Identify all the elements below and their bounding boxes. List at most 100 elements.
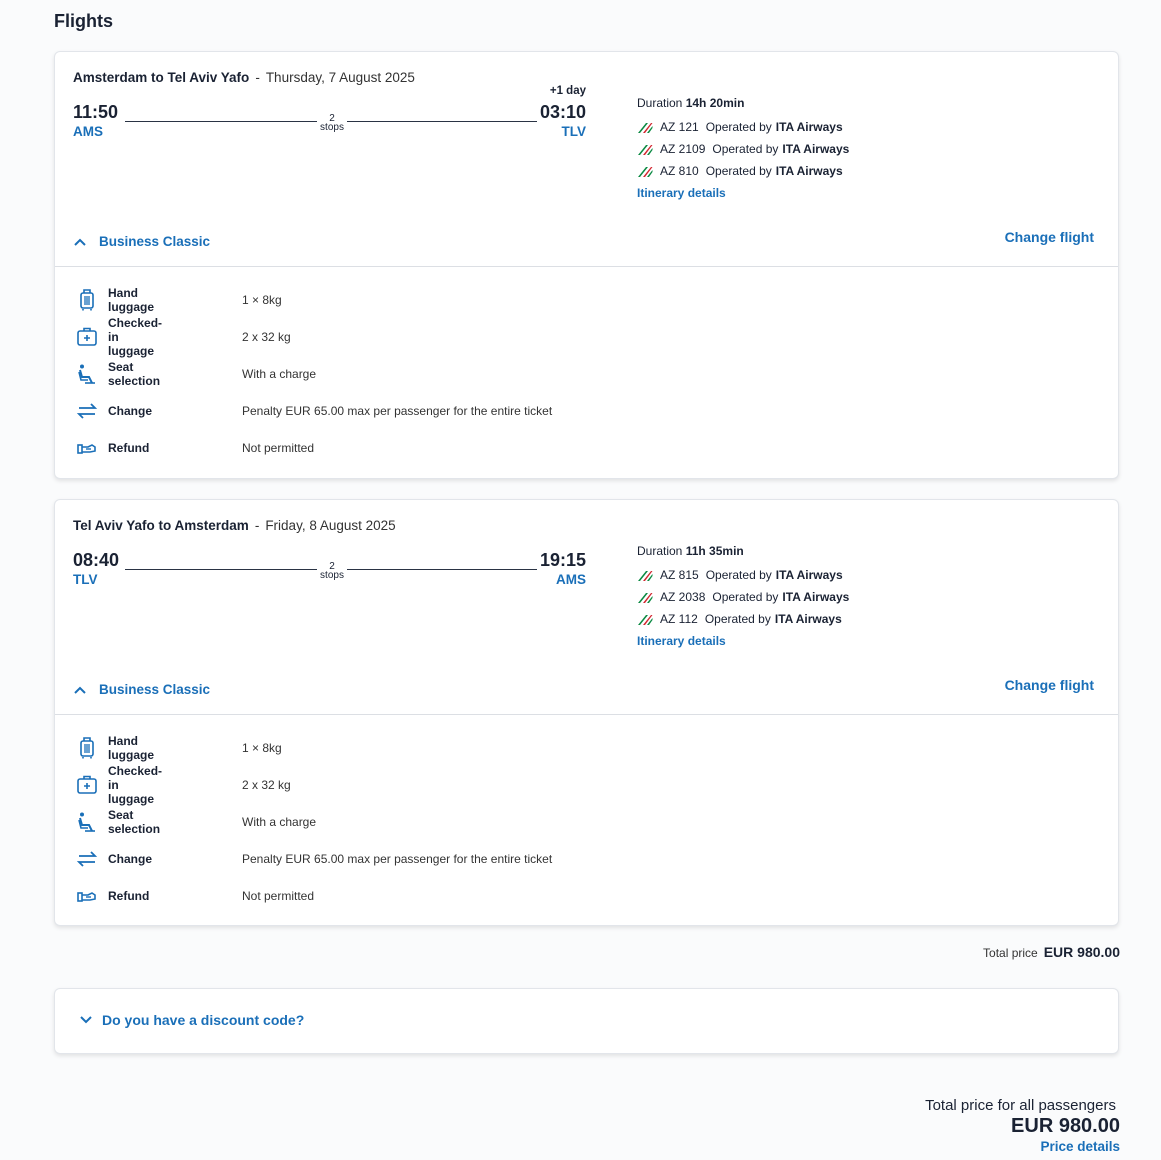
feature-name: Change xyxy=(108,851,153,866)
discount-card: Do you have a discount code? xyxy=(54,988,1119,1054)
feature-value: With a charge xyxy=(242,814,317,829)
duration-label: Duration xyxy=(637,544,683,558)
divider xyxy=(55,714,1118,715)
departure-time: 08:40 xyxy=(73,550,120,570)
flight-header: Tel Aviv Yafo to Amsterdam - Friday, 8 Aug… xyxy=(73,518,396,533)
feature-row-hand-luggage: Hand luggage 1 × 8kg xyxy=(75,281,282,318)
stops-label: stops xyxy=(320,570,344,581)
flight-header-separator: - xyxy=(255,70,260,85)
change-flight-link[interactable]: Change flight xyxy=(1005,229,1094,245)
operated-by-label: Operated by xyxy=(712,142,779,156)
hand-luggage-icon xyxy=(75,288,99,312)
flight-number: AZ 112 xyxy=(660,612,698,626)
arrival-airport-code: AMS xyxy=(556,572,586,587)
ita-airways-logo-icon xyxy=(638,123,653,133)
feature-row-refund: Refund Not permitted xyxy=(75,429,314,466)
arrival-time: 19:15 xyxy=(539,550,586,570)
feature-value: Penalty EUR 65.00 max per passenger for … xyxy=(242,851,553,866)
feature-name: Checked-in luggage xyxy=(108,763,163,806)
feature-name: Checked-in luggage xyxy=(108,315,163,358)
itinerary-details-link[interactable]: Itinerary details xyxy=(637,186,726,200)
feature-value: Penalty EUR 65.00 max per passenger for … xyxy=(242,403,553,418)
arrival-airport-code: TLV xyxy=(561,124,587,139)
carrier-name: ITA Airways xyxy=(782,142,850,156)
flight-number: AZ 815 xyxy=(660,568,699,582)
chevron-up-icon xyxy=(74,238,86,246)
seat-icon xyxy=(75,810,99,834)
discount-code-label: Do you have a discount code? xyxy=(102,1012,305,1028)
feature-value: 1 × 8kg xyxy=(242,740,282,755)
duration-value: 14h 20min xyxy=(685,96,745,110)
cabin-name: Business Classic xyxy=(99,682,211,697)
change-icon xyxy=(75,399,99,423)
cabin-toggle[interactable]: Business Classic xyxy=(73,682,210,697)
carrier-name: ITA Airways xyxy=(775,568,843,582)
flight-route: Tel Aviv Yafo to Amsterdam xyxy=(73,518,249,533)
flight-header-separator: - xyxy=(254,518,260,533)
cabin-toggle[interactable]: Business Classic xyxy=(73,234,210,249)
divider xyxy=(55,266,1118,267)
flight-card-return: Tel Aviv Yafo to Amsterdam - Friday, 8 Aug… xyxy=(54,499,1119,926)
feature-row-refund: Refund Not permitted xyxy=(75,877,314,914)
departure-time: 11:50 xyxy=(73,102,119,122)
flight-details: Duration 11h 35min AZ 815 Operated by IT… xyxy=(637,544,849,650)
flight-route: Amsterdam to Tel Aviv Yafo xyxy=(73,70,250,85)
feature-value: 1 × 8kg xyxy=(242,292,282,307)
page-title: Flights xyxy=(54,11,113,31)
plus-day-indicator: +1 day xyxy=(549,85,586,97)
feature-name: Hand luggage xyxy=(108,733,155,762)
flight-segment: AZ 810 Operated by ITA Airways xyxy=(637,160,849,182)
feature-name: Hand luggage xyxy=(108,285,155,314)
flight-segment: AZ 112 Operated by ITA Airways xyxy=(637,608,849,630)
flight-number: AZ 2038 xyxy=(660,590,706,604)
feature-row-seat-selection: Seat selection With a charge xyxy=(75,355,316,392)
discount-code-toggle[interactable]: Do you have a discount code? xyxy=(79,1012,304,1028)
feature-name: Refund xyxy=(108,888,150,903)
itinerary-details-link[interactable]: Itinerary details xyxy=(637,634,726,648)
chevron-up-icon xyxy=(74,686,86,694)
feature-row-seat-selection: Seat selection With a charge xyxy=(75,803,316,840)
feature-row-hand-luggage: Hand luggage 1 × 8kg xyxy=(75,729,282,766)
duration: Duration 14h 20min xyxy=(637,96,849,110)
carrier-name: ITA Airways xyxy=(775,164,843,178)
flight-segment: AZ 121 Operated by ITA Airways xyxy=(637,116,849,138)
flight-segment: AZ 815 Operated by ITA Airways xyxy=(637,564,849,586)
flight-segment: AZ 2109 Operated by ITA Airways xyxy=(637,138,849,160)
summary-label: Total price for all passengers xyxy=(925,1097,1116,1114)
operated-by-label: Operated by xyxy=(705,164,772,178)
feature-name: Seat selection xyxy=(108,359,161,388)
feature-value: Not permitted xyxy=(242,888,315,903)
total-price-value: EUR 980.00 xyxy=(1043,944,1120,960)
refund-icon xyxy=(75,436,99,460)
total-price: Total price EUR 980.00 xyxy=(983,944,1120,960)
departure-airport-code: TLV xyxy=(73,572,98,587)
refund-icon xyxy=(75,884,99,908)
flight-number: AZ 2109 xyxy=(660,142,706,156)
carrier-name: ITA Airways xyxy=(775,120,843,134)
operated-by-label: Operated by xyxy=(704,612,771,626)
flight-number: AZ 121 xyxy=(660,120,699,134)
change-icon xyxy=(75,847,99,871)
flight-card-outbound: Amsterdam to Tel Aviv Yafo - Thursday, 7 A… xyxy=(54,51,1119,479)
total-price-label: Total price xyxy=(983,946,1038,960)
ita-airways-logo-icon xyxy=(638,571,653,581)
price-details-link[interactable]: Price details xyxy=(1040,1139,1120,1154)
feature-name: Seat selection xyxy=(108,807,161,836)
departure-airport-code: AMS xyxy=(73,124,103,139)
flight-date: Friday, 8 August 2025 xyxy=(265,518,396,533)
ita-airways-logo-icon xyxy=(638,593,653,603)
duration-value: 11h 35min xyxy=(685,544,744,558)
checked-luggage-icon xyxy=(75,773,99,797)
change-flight-link[interactable]: Change flight xyxy=(1005,677,1094,693)
operated-by-label: Operated by xyxy=(712,590,779,604)
flight-header: Amsterdam to Tel Aviv Yafo - Thursday, 7 A… xyxy=(73,70,415,85)
price-summary: Total price for all passengers EUR 980.0… xyxy=(925,1097,1120,1156)
checked-luggage-icon xyxy=(75,325,99,349)
feature-name: Change xyxy=(108,403,153,418)
feature-value: Not permitted xyxy=(242,440,315,455)
stops-label: stops xyxy=(320,122,344,133)
summary-price: EUR 980.00 xyxy=(1011,1115,1120,1137)
fare-features: Hand luggage 1 × 8kg Checked-in luggage … xyxy=(75,281,552,466)
feature-row-change: Change Penalty EUR 65.00 max per passeng… xyxy=(75,392,552,429)
duration-label: Duration xyxy=(637,96,683,110)
